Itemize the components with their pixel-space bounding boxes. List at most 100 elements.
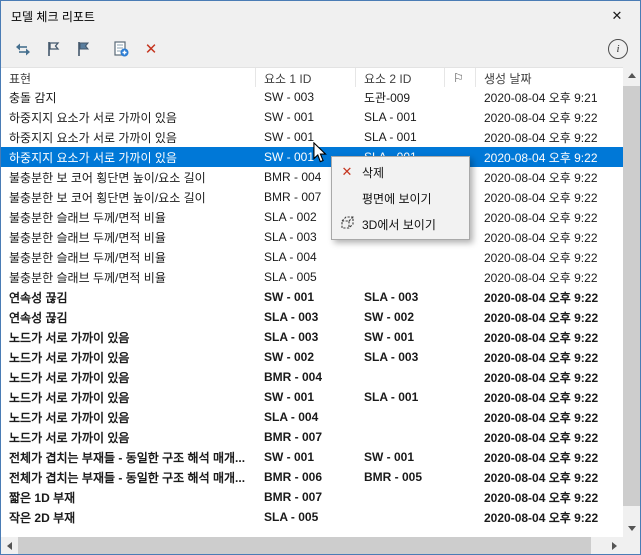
row-description: 충돌 감지 <box>9 90 57 105</box>
row-element2-id: SW - 001 <box>364 330 415 344</box>
table-row[interactable]: 짧은 1D 부재 BMR - 007 2020-08-04 오후 9:22 <box>1 487 623 507</box>
delete-icon: ✕ <box>144 40 158 58</box>
model-check-report-window: 모델 체크 리포트 ✕ ✕ i 표현 요소 1 ID 요소 2 ID ⚐ 생성 … <box>0 0 641 555</box>
table-row[interactable]: 불충분한 슬래브 두께/면적 비율 SLA - 005 2020-08-04 오… <box>1 267 623 287</box>
row-created-date: 2020-08-04 오후 9:21 <box>484 90 598 105</box>
row-created-date: 2020-08-04 오후 9:22 <box>484 170 598 185</box>
row-description: 하중지지 요소가 서로 가까이 있음 <box>9 150 177 165</box>
table-row[interactable]: 하중지지 요소가 서로 가까이 있음 SW - 001 SLA - 001 20… <box>1 107 623 127</box>
menu-icon-gutter <box>332 214 362 235</box>
info-button[interactable]: i <box>608 39 628 59</box>
vertical-scrollbar[interactable] <box>623 67 640 537</box>
row-element1-id: SW - 001 <box>264 390 315 404</box>
row-flag <box>445 447 476 467</box>
column-header-flag[interactable]: ⚐ <box>445 68 476 88</box>
row-element1-id: BMR - 007 <box>264 490 323 504</box>
table-row[interactable]: 작은 2D 부재 SLA - 005 2020-08-04 오후 9:22 <box>1 507 623 527</box>
menu-item-label: 3D에서 보이기 <box>362 217 436 232</box>
scroll-left-button[interactable] <box>1 537 18 554</box>
arrow-left-icon <box>7 541 12 550</box>
context-menu: ✕ 삭제 평면에 보이기 3D에서 보이기 <box>331 156 470 240</box>
row-element2-id <box>356 487 445 507</box>
row-flag <box>445 467 476 487</box>
column-header-created-date[interactable]: 생성 날짜 <box>476 68 623 88</box>
row-element2-id <box>356 367 445 387</box>
row-element2-id: 도관-009 <box>364 90 411 105</box>
row-created-date: 2020-08-04 오후 9:22 <box>484 450 599 465</box>
horizontal-scroll-thumb[interactable] <box>18 537 591 554</box>
table-row[interactable]: 전체가 겹치는 부재들 - 동일한 구조 해석 매개... SW - 001 S… <box>1 447 623 467</box>
flag-button[interactable] <box>69 35 97 63</box>
row-created-date: 2020-08-04 오후 9:22 <box>484 390 599 405</box>
row-description: 하중지지 요소가 서로 가까이 있음 <box>9 130 177 145</box>
report-table-body: 충돌 감지 SW - 003 도관-009 2020-08-04 오후 9:21… <box>1 87 623 537</box>
flag-report-button[interactable] <box>39 35 67 63</box>
row-created-date: 2020-08-04 오후 9:22 <box>484 270 598 285</box>
titlebar[interactable]: 모델 체크 리포트 <box>1 1 640 31</box>
row-element1-id: BMR - 006 <box>264 470 323 484</box>
row-created-date: 2020-08-04 오후 9:22 <box>484 510 599 525</box>
table-row[interactable]: 하중지지 요소가 서로 가까이 있음 SW - 001 SLA - 001 20… <box>1 147 623 167</box>
table-row[interactable]: 충돌 감지 SW - 003 도관-009 2020-08-04 오후 9:21 <box>1 87 623 107</box>
context-menu-item-delete[interactable]: ✕ 삭제 <box>332 159 469 185</box>
menu-icon-gutter: ✕ <box>332 164 362 180</box>
column-header-expression[interactable]: 표현 <box>1 68 256 88</box>
table-row[interactable]: 불충분한 슬래브 두께/면적 비율 SLA - 003 2020-08-04 오… <box>1 227 623 247</box>
table-row[interactable]: 노드가 서로 가까이 있음 SW - 002 SLA - 003 2020-08… <box>1 347 623 367</box>
add-report-button[interactable] <box>107 35 135 63</box>
scroll-down-button[interactable] <box>623 520 640 537</box>
add-report-icon <box>111 39 131 59</box>
table-row[interactable]: 하중지지 요소가 서로 가까이 있음 SW - 001 SLA - 001 20… <box>1 127 623 147</box>
context-menu-item-show-in-plan[interactable]: 평면에 보이기 <box>332 185 469 211</box>
horizontal-scrollbar[interactable] <box>1 537 623 554</box>
row-element2-id: SLA - 003 <box>364 290 419 304</box>
row-description: 전체가 겹치는 부재들 - 동일한 구조 해석 매개... <box>9 470 246 485</box>
arrow-up-icon <box>627 73 636 78</box>
row-element2-id <box>356 267 445 287</box>
table-row[interactable]: 전체가 겹치는 부재들 - 동일한 구조 해석 매개... BMR - 006 … <box>1 467 623 487</box>
row-flag <box>445 387 476 407</box>
row-element1-id: SLA - 005 <box>264 270 317 284</box>
arrow-down-icon <box>627 526 636 531</box>
row-element2-id <box>356 407 445 427</box>
row-flag <box>445 287 476 307</box>
row-element1-id: SW - 003 <box>264 90 315 104</box>
table-row[interactable]: 불충분한 보 코어 횡단면 높이/요소 길이 BMR - 007 2020-08… <box>1 187 623 207</box>
vertical-scroll-thumb[interactable] <box>623 86 640 506</box>
row-created-date: 2020-08-04 오후 9:22 <box>484 490 599 505</box>
table-row[interactable]: 노드가 서로 가까이 있음 BMR - 007 2020-08-04 오후 9:… <box>1 427 623 447</box>
context-menu-item-show-in-3d[interactable]: 3D에서 보이기 <box>332 211 469 237</box>
row-element2-id: SW - 002 <box>364 310 415 324</box>
row-description: 연속성 끊김 <box>9 290 68 305</box>
row-created-date: 2020-08-04 오후 9:22 <box>484 290 599 305</box>
table-row[interactable]: 불충분한 슬래브 두께/면적 비율 SLA - 002 2020-08-04 오… <box>1 207 623 227</box>
row-description: 짧은 1D 부재 <box>9 490 76 505</box>
row-element1-id: SLA - 004 <box>264 410 319 424</box>
table-row[interactable]: 연속성 끊김 SW - 001 SLA - 003 2020-08-04 오후 … <box>1 287 623 307</box>
close-icon: ✕ <box>611 8 623 23</box>
table-row[interactable]: 노드가 서로 가까이 있음 SW - 001 SLA - 001 2020-08… <box>1 387 623 407</box>
table-row[interactable]: 노드가 서로 가까이 있음 BMR - 004 2020-08-04 오후 9:… <box>1 367 623 387</box>
table-row[interactable]: 불충분한 보 코어 횡단면 높이/요소 길이 BMR - 004 2020-08… <box>1 167 623 187</box>
row-description: 불충분한 슬래브 두께/면적 비율 <box>9 230 166 245</box>
close-button[interactable]: ✕ <box>594 1 640 31</box>
table-row[interactable]: 노드가 서로 가까이 있음 SLA - 003 SW - 001 2020-08… <box>1 327 623 347</box>
row-element2-id <box>356 507 445 527</box>
row-element1-id: SW - 002 <box>264 350 315 364</box>
table-row[interactable]: 불충분한 슬래브 두께/면적 비율 SLA - 004 2020-08-04 오… <box>1 247 623 267</box>
select-elements-icon <box>13 39 33 59</box>
row-flag <box>445 307 476 327</box>
column-header-element2-id[interactable]: 요소 2 ID <box>356 68 445 88</box>
select-elements-button[interactable] <box>9 35 37 63</box>
scroll-up-button[interactable] <box>623 67 640 84</box>
row-flag <box>445 407 476 427</box>
row-description: 노드가 서로 가까이 있음 <box>9 430 130 445</box>
delete-button[interactable]: ✕ <box>137 35 165 63</box>
arrow-right-icon <box>612 541 617 550</box>
table-row[interactable]: 노드가 서로 가까이 있음 SLA - 004 2020-08-04 오후 9:… <box>1 407 623 427</box>
row-description: 노드가 서로 가까이 있음 <box>9 370 130 385</box>
scroll-right-button[interactable] <box>606 537 623 554</box>
table-row[interactable]: 연속성 끊김 SLA - 003 SW - 002 2020-08-04 오후 … <box>1 307 623 327</box>
row-description: 불충분한 보 코어 횡단면 높이/요소 길이 <box>9 170 206 185</box>
column-header-element1-id[interactable]: 요소 1 ID <box>256 68 356 88</box>
